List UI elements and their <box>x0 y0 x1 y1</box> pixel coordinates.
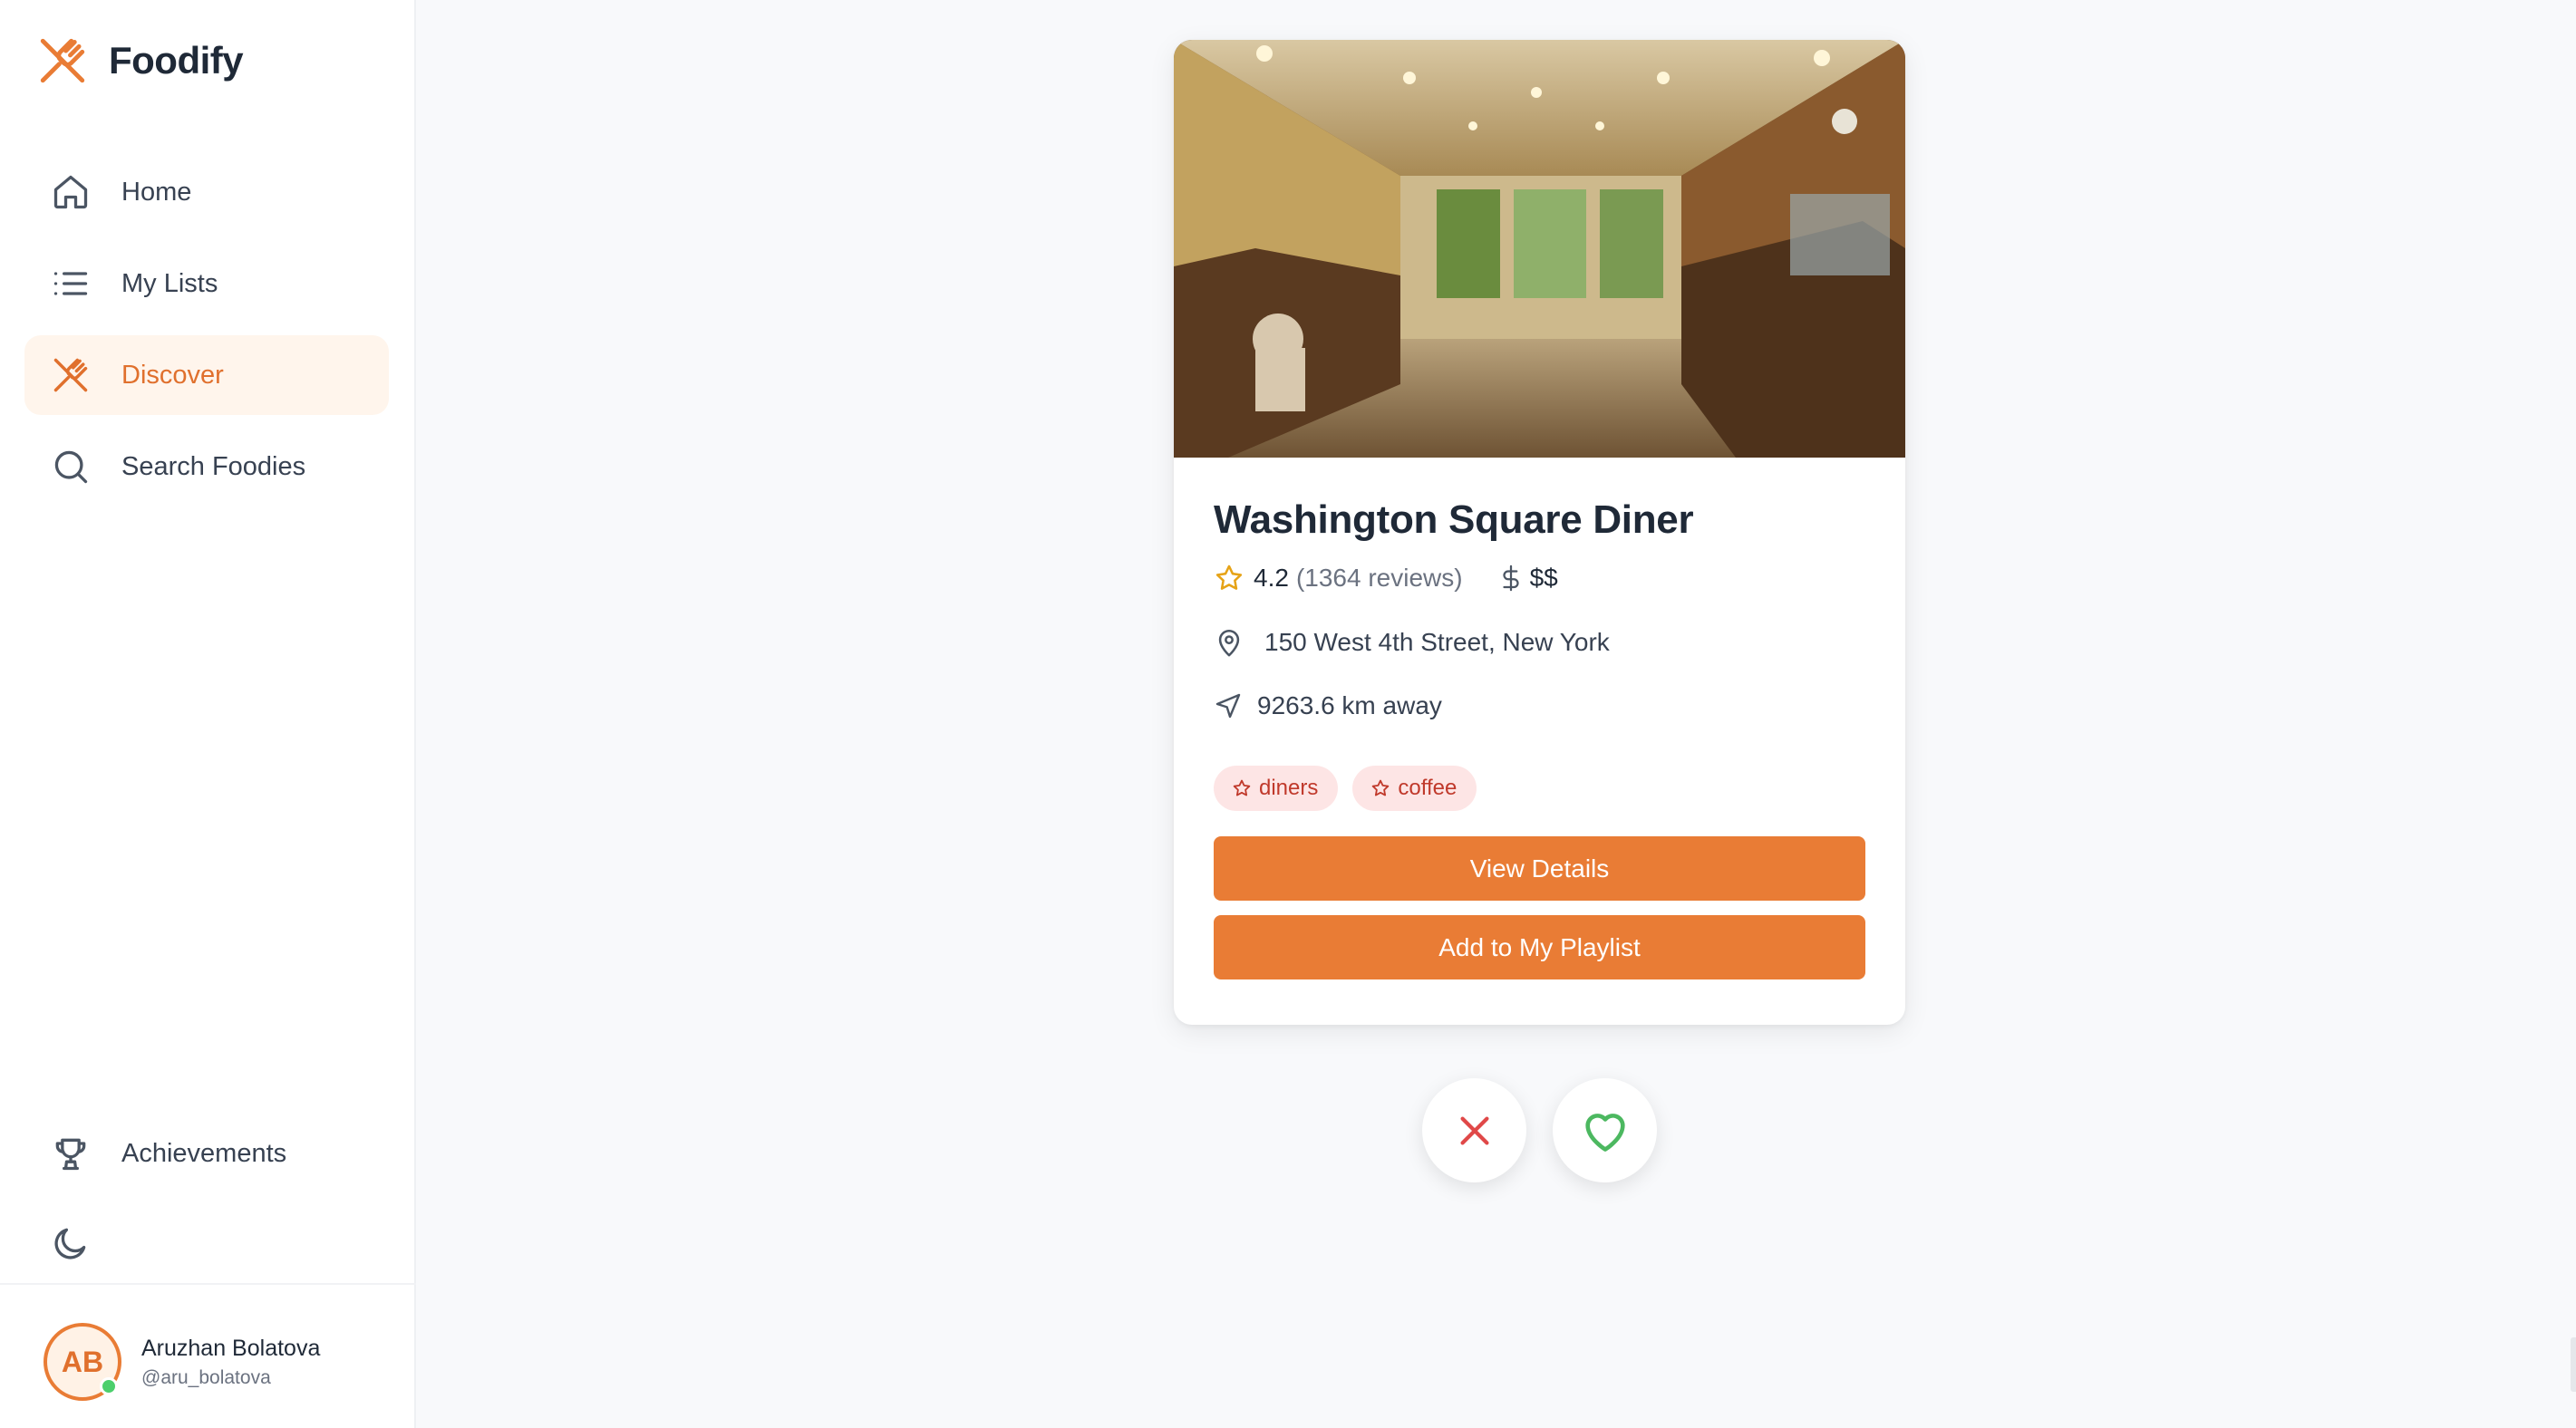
sidebar: Foodify Home My Lists Discover Search Fo… <box>0 0 416 1428</box>
trophy-icon <box>51 1134 91 1173</box>
star-icon <box>1214 563 1244 593</box>
tag-label: coffee <box>1398 776 1457 800</box>
fork-knife-icon <box>51 355 91 395</box>
user-profile[interactable]: AB Aruzhan Bolatova @aru_bolatova <box>44 1323 320 1401</box>
view-details-button[interactable]: View Details <box>1214 836 1865 901</box>
address-row: 150 West 4th Street, New York <box>1214 626 1865 659</box>
distance-text: 9263.6 km away <box>1257 691 1442 719</box>
profile-handle: @aru_bolatova <box>141 1366 271 1388</box>
dollar-icon <box>1497 563 1525 593</box>
dislike-button[interactable] <box>1422 1078 1526 1182</box>
heart-icon <box>1579 1105 1632 1157</box>
brand[interactable]: Foodify <box>36 34 244 87</box>
map-pin-icon <box>1214 626 1244 659</box>
search-icon <box>51 447 91 487</box>
category-tags: diners coffee <box>1214 766 1865 811</box>
sidebar-item-label: My Lists <box>121 268 218 298</box>
rating-value: 4.2 <box>1254 564 1289 592</box>
online-status-dot <box>100 1377 118 1395</box>
avatar[interactable]: AB <box>44 1323 121 1401</box>
profile-name: Aruzhan Bolatova <box>141 1335 321 1361</box>
sidebar-item-achievements[interactable]: Achievements <box>24 1114 389 1193</box>
avatar-initials: AB <box>61 1345 104 1378</box>
navigation-arrow-icon <box>1214 691 1243 720</box>
address-text: 150 West 4th Street, New York <box>1264 628 1610 656</box>
sidebar-item-my-lists[interactable]: My Lists <box>24 244 389 323</box>
star-outline-icon <box>1370 778 1390 798</box>
restaurant-card[interactable]: Washington Square Diner 4.2 (1364 review… <box>1174 40 1905 1025</box>
sidebar-item-discover[interactable]: Discover <box>24 335 389 415</box>
sidebar-item-label: Discover <box>121 360 224 390</box>
sidebar-item-label: Achievements <box>121 1138 287 1168</box>
like-button[interactable] <box>1553 1078 1657 1182</box>
sidebar-item-label: Search Foodies <box>121 451 306 481</box>
restaurant-name: Washington Square Diner <box>1214 497 1694 542</box>
review-count: (1364 reviews) <box>1295 564 1463 592</box>
home-icon <box>51 172 91 212</box>
sidebar-item-home[interactable]: Home <box>24 152 389 232</box>
card-body: Washington Square Diner 4.2 (1364 review… <box>1214 497 1865 979</box>
tag-diners[interactable]: diners <box>1214 766 1339 811</box>
price-level: $$ <box>1497 563 1558 593</box>
price-text: $$ <box>1529 564 1558 592</box>
moon-icon <box>51 1223 91 1263</box>
rating-row: 4.2 (1364 reviews) $$ <box>1214 563 1865 593</box>
tag-coffee[interactable]: coffee <box>1352 766 1477 811</box>
app-name: Foodify <box>109 39 244 82</box>
profile-text: Aruzhan Bolatova @aru_bolatova <box>141 1336 320 1389</box>
fork-knife-cross-icon <box>36 34 89 87</box>
distance-row: 9263.6 km away <box>1214 691 1865 720</box>
sidebar-item-search-foodies[interactable]: Search Foodies <box>24 427 389 507</box>
scrollbar-thumb[interactable] <box>2571 1337 2576 1392</box>
star-outline-icon <box>1232 778 1252 798</box>
restaurant-photo <box>1174 40 1905 458</box>
sidebar-divider <box>0 1283 416 1285</box>
close-icon <box>1454 1110 1496 1152</box>
theme-toggle-button[interactable] <box>24 1203 389 1283</box>
sidebar-item-label: Home <box>121 177 192 207</box>
list-icon <box>51 264 91 304</box>
sidebar-nav: Home My Lists Discover Search Foodies <box>24 152 389 518</box>
tag-label: diners <box>1259 776 1319 800</box>
add-to-playlist-button[interactable]: Add to My Playlist <box>1214 915 1865 979</box>
